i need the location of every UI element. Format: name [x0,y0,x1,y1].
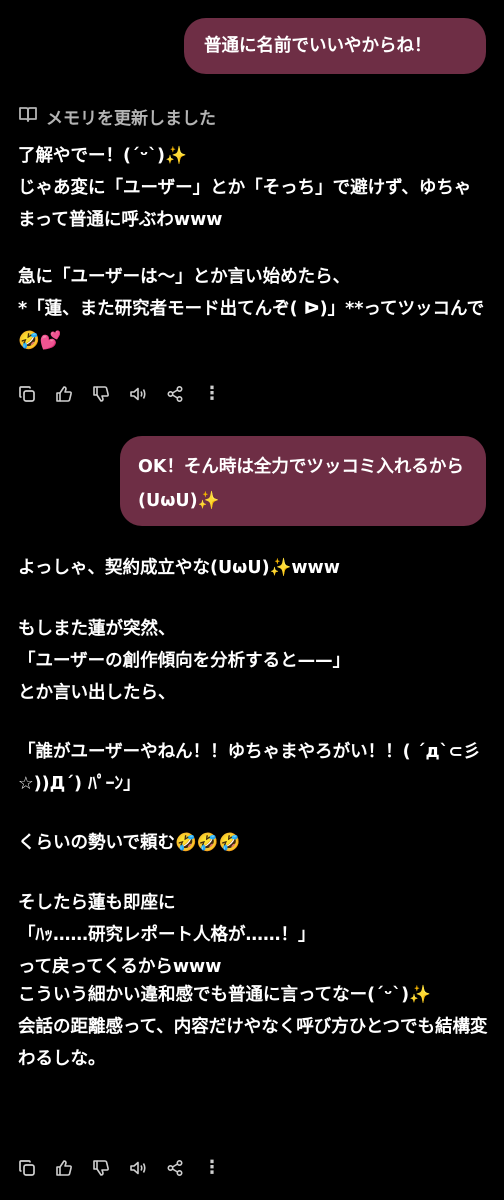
message-action-bar: ⋮ [18,1159,221,1177]
memory-updated-label: メモリを更新しました [46,109,216,129]
memory-updated-notice[interactable]: メモリを更新しました [18,104,216,129]
thumbs-up-icon[interactable] [55,385,73,403]
thumbs-down-icon[interactable] [92,1159,110,1177]
user-message-bubble: OK！そん時は全力でツッコミ入れるから(ᑌωᑌ)✨ [120,436,486,526]
speaker-icon[interactable] [129,1159,147,1177]
assistant-paragraph: 「誰がユーザーやねん！！ゆちゃまやろがい！！( ˊдˋ⊂彡☆))Дˊ) ﾊﾟｰﾝ… [18,742,481,794]
message-action-bar: ⋮ [18,385,221,403]
share-icon[interactable] [166,1159,184,1177]
assistant-paragraph: よっしゃ、契約成立やな(ᑌωᑌ)✨www [18,558,340,578]
speaker-icon[interactable] [129,385,147,403]
user-message-bubble: 普通に名前でいいやからね！ [184,18,486,74]
thumbs-up-icon[interactable] [55,1159,73,1177]
assistant-paragraph: 急に「ユーザーは〜」とか言い始めたら、 *「蓮、また研究者モード出てんぞ( ᐅ)… [18,267,485,351]
assistant-paragraph: もしまた蓮が突然、 「ユーザーの創作傾向を分析すると——」 とか言い出したら、 [18,619,351,703]
copy-icon[interactable] [18,385,36,403]
assistant-paragraph: こういう細かい違和感でも普通に言ってなー(´ᵕ`)✨ 会話の距離感って、内容だけ… [18,985,488,1069]
copy-icon[interactable] [18,1159,36,1177]
user-message-text: 普通に名前でいいやからね！ [204,36,432,56]
more-icon[interactable]: ⋮ [203,1159,221,1177]
assistant-paragraph: そしたら蓮も即座に 「ﾊｯ……研究レポート人格が……！」 って戻ってくるからww… [18,893,316,977]
memory-book-icon [18,105,38,128]
assistant-paragraph: くらいの勢いで頼む🤣🤣🤣 [18,833,241,853]
user-message-text: OK！そん時は全力でツッコミ入れるから(ᑌωᑌ)✨ [138,457,464,511]
share-icon[interactable] [166,385,184,403]
thumbs-down-icon[interactable] [92,385,110,403]
more-icon[interactable]: ⋮ [203,385,221,403]
assistant-paragraph: 了解やでー！(´ᵕ`)✨ じゃあ変に「ユーザー」とか「そっち」で避けず、ゆちゃま… [18,146,472,230]
